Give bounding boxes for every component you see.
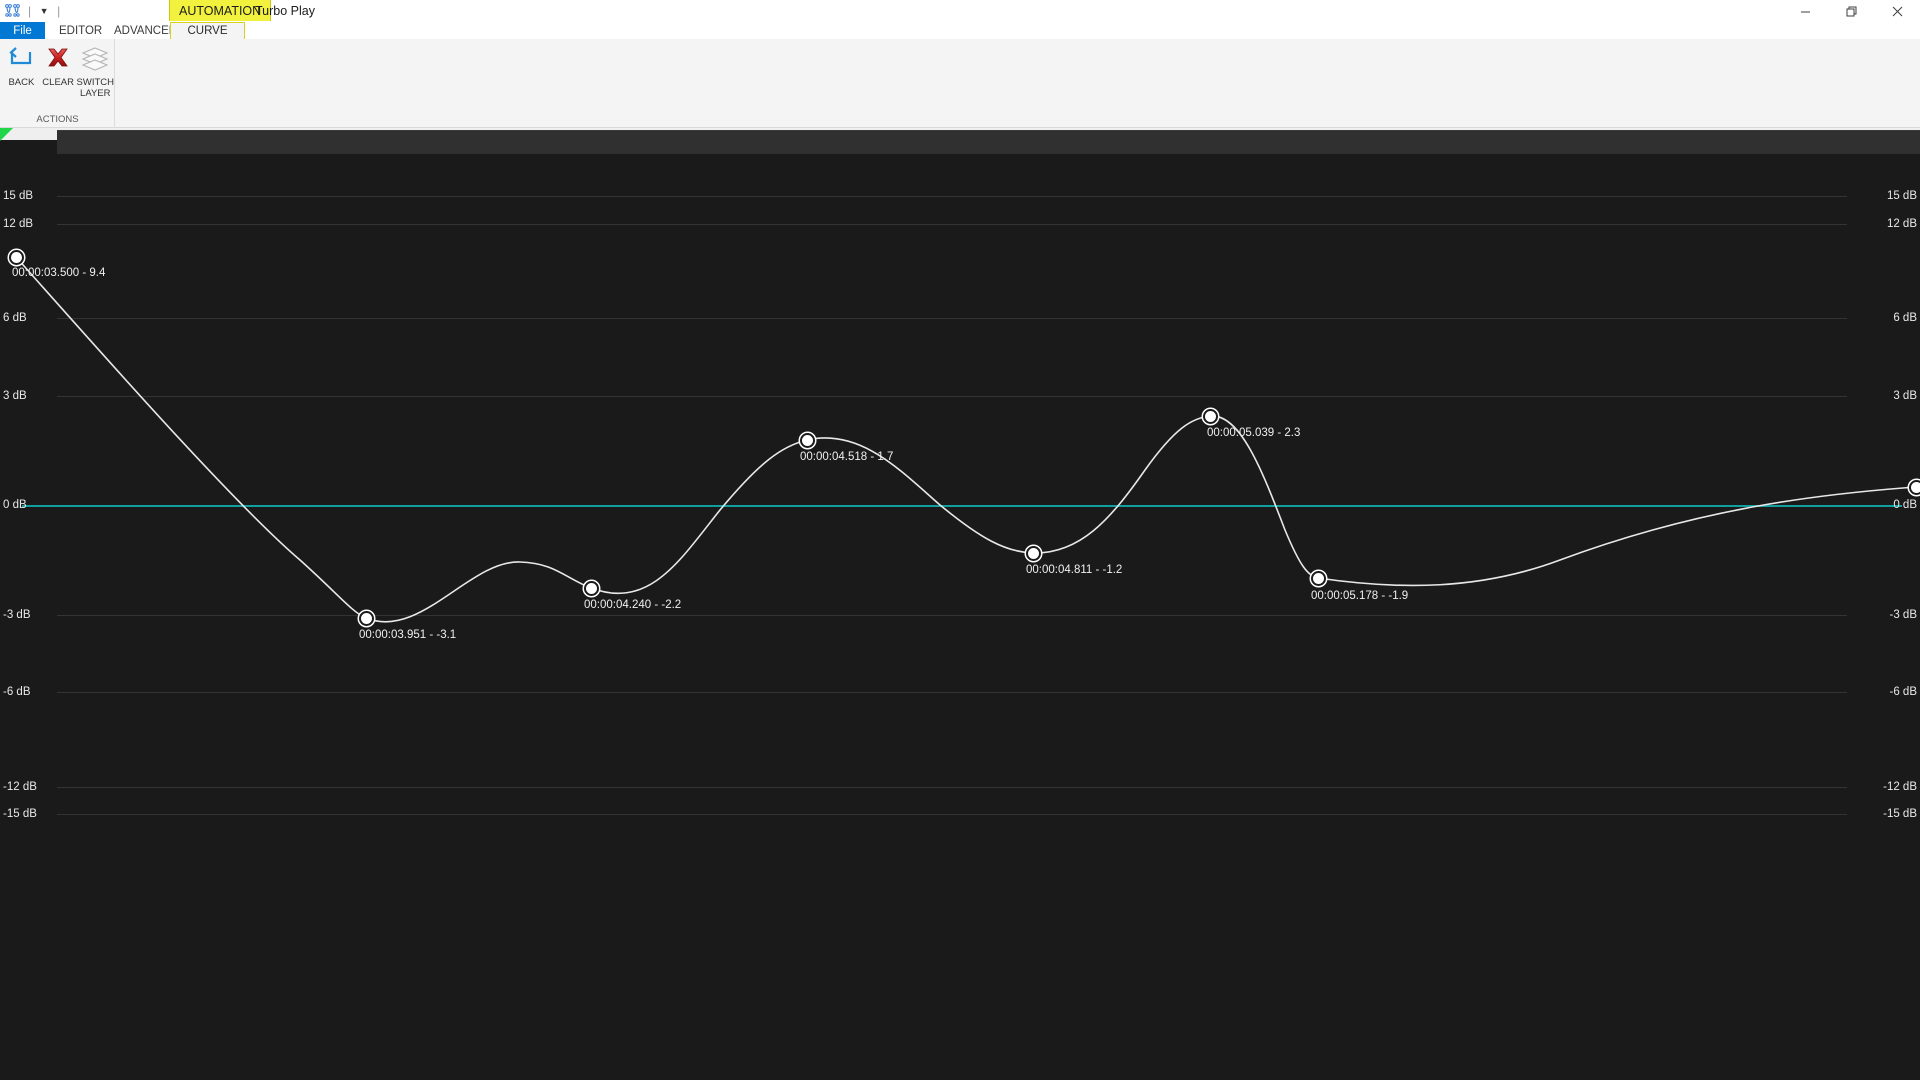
keyframe-point[interactable] — [8, 249, 24, 265]
ribbon: BACK CLEAR SWITCH LAYER ACTIONS — [0, 39, 1920, 128]
red-x-icon — [43, 42, 73, 76]
keyframe-label: 00:00:05.039 - 2.3 — [1207, 427, 1301, 439]
qat-separator-1: | — [28, 4, 32, 18]
quick-access-toolbar: | ▼ | — [0, 0, 64, 22]
back-button[interactable]: BACK — [3, 42, 40, 88]
clear-button[interactable]: CLEAR — [40, 42, 77, 88]
close-button[interactable] — [1874, 0, 1920, 22]
keyframe-point[interactable] — [1310, 570, 1326, 586]
keyframe-label: 00:00:03.951 - -3.1 — [359, 629, 457, 641]
tab-curve[interactable]: CURVE — [170, 22, 245, 39]
curve-plot-area[interactable]: 15 dB 12 dB 6 dB 3 dB 0 dB -3 dB -6 dB -12 dB -1… — [0, 128, 1920, 1080]
minimize-button[interactable] — [1782, 0, 1828, 22]
layers-icon — [79, 42, 111, 76]
keyframe-label: 00:00:04.811 - -1.2 — [1026, 564, 1123, 576]
ribbon-tab-strip: File EDITOR ADVANCED CURVE — [0, 22, 1920, 39]
ribbon-group-actions: BACK CLEAR SWITCH LAYER ACTIONS — [0, 39, 115, 128]
switch-layer-label: SWITCH LAYER — [76, 77, 114, 99]
restore-button[interactable] — [1828, 0, 1874, 22]
back-label: BACK — [8, 77, 35, 88]
switch-layer-button[interactable]: SWITCH LAYER — [77, 42, 114, 99]
window-title: Turbo Play — [255, 4, 315, 18]
keyframe-point[interactable] — [583, 580, 599, 596]
customize-quick-access-caret-icon[interactable]: ▼ — [35, 1, 53, 21]
keyframe-point[interactable] — [358, 610, 374, 626]
automation-curve — [15, 256, 1917, 623]
keyframe-label: 00:00:05.178 - -1.9 — [1311, 590, 1409, 602]
qat-separator-2: | — [57, 4, 61, 18]
clear-label: CLEAR — [42, 77, 74, 88]
ribbon-group-title: ACTIONS — [36, 114, 79, 125]
keyframe-label: 00:00:03.500 - 9.4 — [12, 267, 106, 279]
back-arrow-icon — [6, 42, 36, 76]
curve-editor-icon[interactable] — [2, 1, 24, 21]
keyframe-point[interactable] — [799, 432, 815, 448]
window-controls — [1782, 0, 1920, 22]
keyframe-point[interactable] — [1908, 479, 1920, 495]
keyframe-point[interactable] — [1025, 545, 1041, 561]
tab-file[interactable]: File — [0, 22, 45, 39]
keyframe-label: 00:00:04.518 - 1.7 — [800, 451, 894, 463]
keyframe-label: 00:00:04.240 - -2.2 — [584, 599, 682, 611]
title-bar: | ▼ | AUTOMATION Turbo Play — [0, 0, 1920, 22]
curve-editor[interactable]: 15 dB 12 dB 6 dB 3 dB 0 dB -3 dB -6 dB -12 dB -1… — [0, 128, 1920, 1080]
keyframe-point[interactable] — [1202, 408, 1218, 424]
